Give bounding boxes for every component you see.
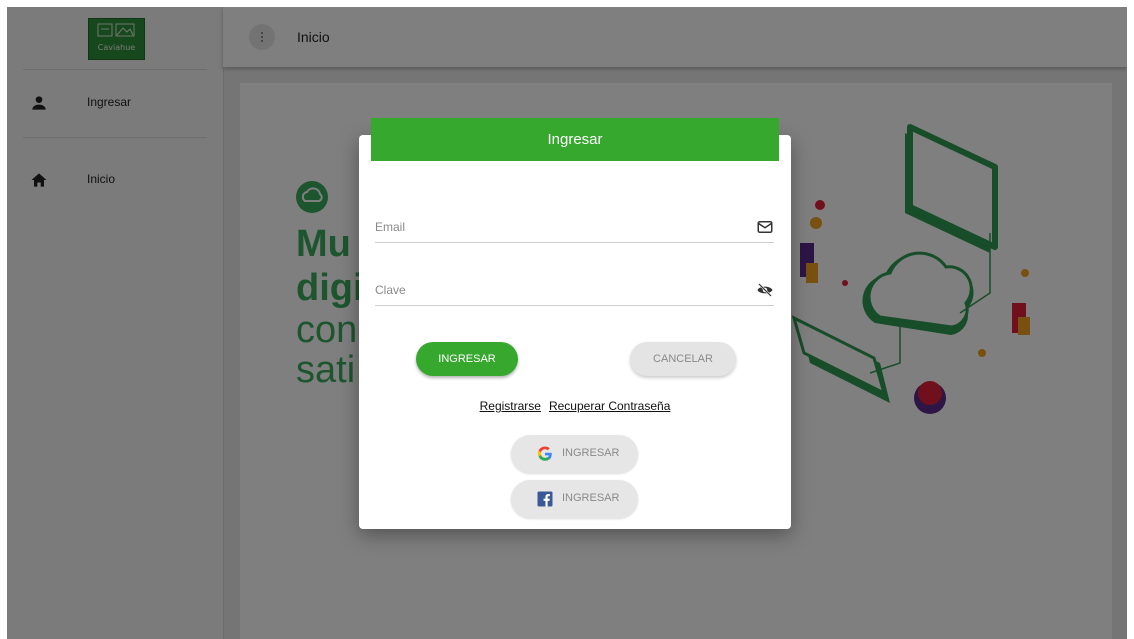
password-field bbox=[375, 277, 774, 306]
password-input[interactable] bbox=[375, 277, 735, 303]
google-icon bbox=[537, 446, 552, 461]
facebook-login-button[interactable]: INGRESAR bbox=[511, 480, 638, 518]
email-field bbox=[375, 214, 774, 243]
login-button[interactable]: INGRESAR bbox=[416, 342, 518, 376]
login-dialog: Ingresar INGRESAR CANCELAR RegistrarseRe… bbox=[359, 118, 791, 529]
mail-icon bbox=[757, 221, 773, 233]
facebook-icon bbox=[537, 491, 553, 507]
cancel-button[interactable]: CANCELAR bbox=[630, 342, 736, 376]
visibility-off-icon[interactable] bbox=[756, 281, 774, 299]
recover-password-link[interactable]: Recuperar Contraseña bbox=[549, 399, 670, 413]
register-link[interactable]: Registrarse bbox=[480, 399, 541, 413]
app-frame: Caviahue Ingresar Inicio Inicio bbox=[7, 7, 1127, 639]
email-input[interactable] bbox=[375, 214, 735, 240]
facebook-login-label: INGRESAR bbox=[562, 492, 620, 504]
google-login-button[interactable]: INGRESAR bbox=[511, 435, 638, 473]
auth-links: Registrarse Recuperar Contraseña bbox=[359, 399, 791, 413]
google-login-label: INGRESAR bbox=[562, 447, 620, 459]
dialog-title: Ingresar bbox=[371, 118, 779, 161]
